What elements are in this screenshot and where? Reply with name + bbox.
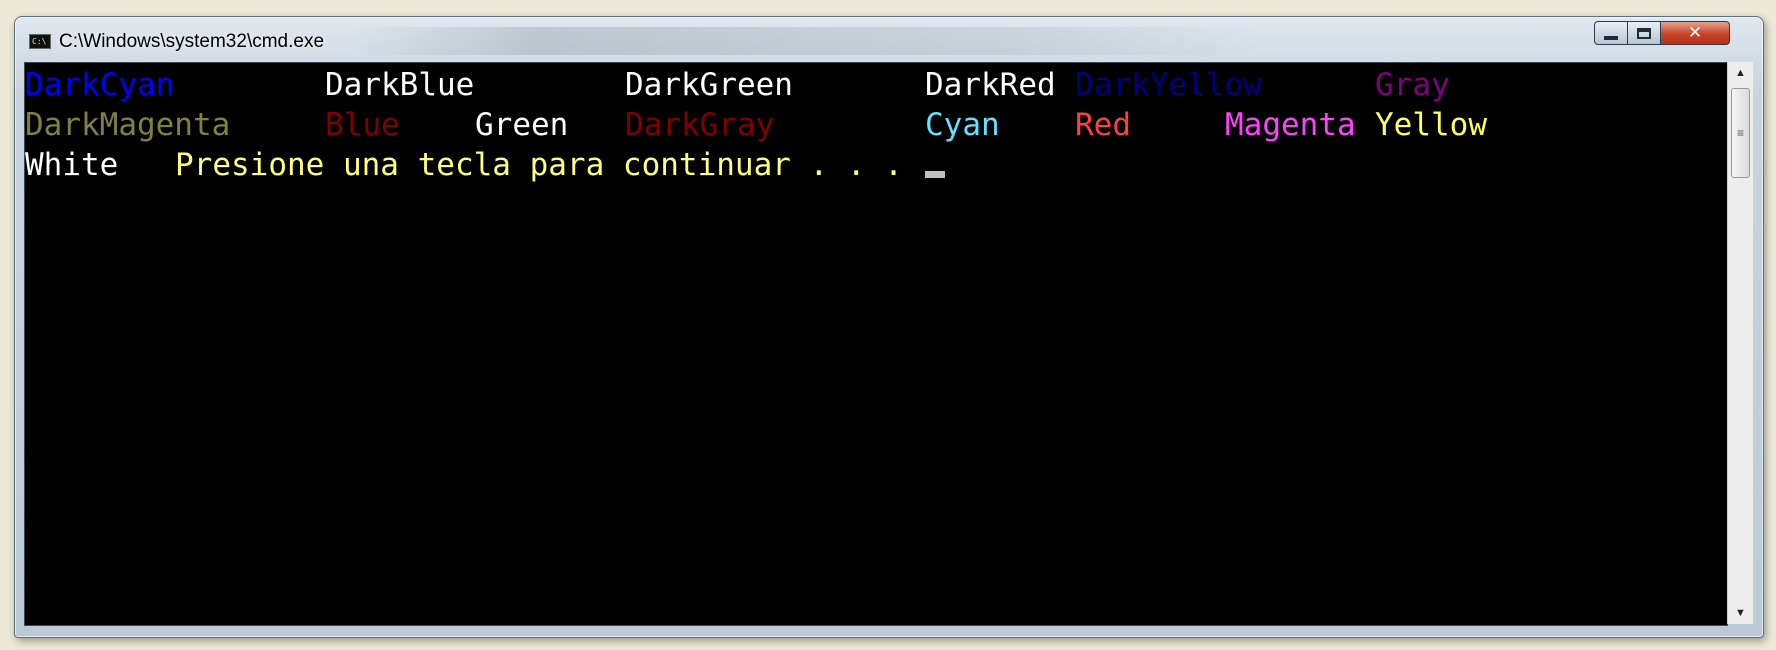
vertical-scrollbar[interactable]: ▲ ≡ ▼ [1727, 62, 1753, 624]
text-cursor [925, 171, 945, 178]
press-any-key-prompt: Presione una tecla para continuar . . . [175, 147, 903, 183]
scroll-up-arrow-icon[interactable]: ▲ [1728, 62, 1753, 84]
color-label-magenta: Magenta [1225, 107, 1356, 143]
title-bar[interactable]: C:\ C:\Windows\system32\cmd.exe ✕ [15, 17, 1763, 63]
minimize-button[interactable] [1594, 21, 1628, 45]
window-title: C:\Windows\system32\cmd.exe [59, 31, 325, 52]
color-label-darkred: DarkRed [925, 67, 1056, 103]
color-label-blue: Blue [325, 107, 400, 143]
color-label-red: Red [1075, 107, 1131, 143]
maximize-button[interactable] [1627, 21, 1661, 45]
console-window[interactable]: C:\ C:\Windows\system32\cmd.exe ✕ DarkCy… [14, 16, 1764, 638]
color-label-green: Green [475, 107, 569, 143]
blurred-toolbar-behind [355, 27, 1255, 55]
grip-icon: ≡ [1736, 126, 1744, 140]
color-label-darkblue: DarkBlue [325, 67, 475, 103]
scrollbar-thumb[interactable]: ≡ [1731, 88, 1750, 178]
maximize-icon [1637, 27, 1651, 39]
console-app-icon[interactable]: C:\ [29, 34, 51, 49]
scroll-down-arrow-icon[interactable]: ▼ [1728, 602, 1753, 624]
color-label-cyan: Cyan [925, 107, 1000, 143]
minimize-icon [1604, 36, 1618, 40]
color-label-darkmagenta: DarkMagenta [25, 107, 231, 143]
color-label-darkgreen: DarkGreen [625, 67, 793, 103]
console-output[interactable]: DarkCyan DarkBlue DarkGreen DarkRed Dark… [24, 62, 1728, 626]
color-label-white: White [25, 147, 119, 183]
color-label-darkcyan: DarkCyan [25, 67, 175, 103]
color-label-darkyellow: DarkYellow [1075, 67, 1262, 103]
color-label-yellow: Yellow [1375, 107, 1487, 143]
color-label-gray: Gray [1375, 67, 1450, 103]
color-label-darkgray: DarkGray [625, 107, 775, 143]
close-icon: ✕ [1687, 23, 1703, 43]
close-button[interactable]: ✕ [1660, 21, 1730, 45]
